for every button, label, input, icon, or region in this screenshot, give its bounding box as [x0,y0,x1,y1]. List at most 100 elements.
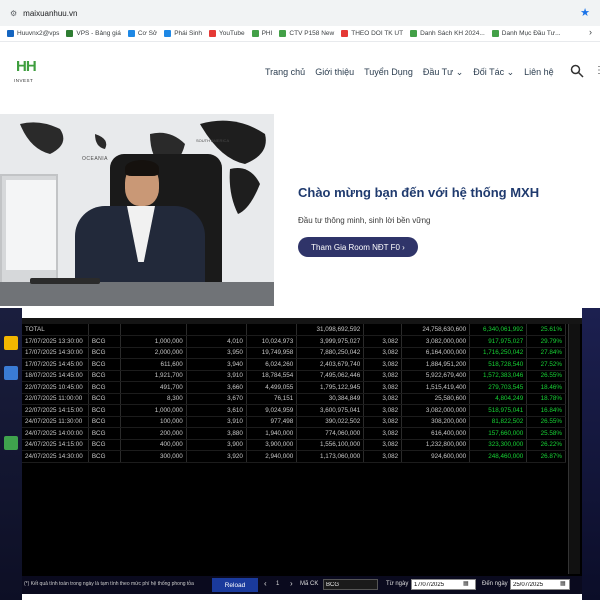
table-scrollbar[interactable] [568,324,580,574]
table-row[interactable]: 24/07/2025 11:30:00 BCG 100,000 3,910 977,49… [22,416,566,428]
table-cell: 25,580,600 [401,393,471,405]
desktop-app-icon[interactable] [4,436,18,450]
table-cell: 4,499,055 [246,381,298,394]
bookmark-item[interactable]: Danh Mục Đầu Tư... [491,30,561,37]
calendar-icon[interactable]: ▦ [560,580,566,587]
bookmark-favicon-icon [209,30,217,37]
table-cell: 27.84% [526,347,566,359]
bookmark-item[interactable]: THEO DOI TK UT [341,30,403,37]
table-cell: 977,498 [246,416,298,428]
table-row[interactable]: 18/07/2025 14:45:00 BCG 1,921,700 3,910 18,7… [22,370,566,382]
table-cell: 25.61% [526,324,566,336]
table-cell: 30,384,849 [296,393,365,405]
bookmark-label: Danh Sách KH 2024... [420,30,485,37]
bookmark-item[interactable]: Cơ Sở [127,30,158,37]
more-bookmarks-icon[interactable]: › [589,27,592,37]
table-row[interactable]: 24/07/2025 14:15:00 BCG 400,000 3,900 3,900,… [22,439,566,451]
table-cell: BCG [88,393,122,405]
menu-item-about[interactable]: Giới thiệu [315,67,354,78]
table-cell: 4,804,249 [469,393,528,405]
table-cell: 917,975,027 [469,335,528,348]
site-logo[interactable]: HH INVEST [14,58,42,86]
menu-item-recruit[interactable]: Tuyển Dụng [364,67,413,78]
table-row[interactable]: 17/07/2025 14:30:00 BCG 2,000,000 3,950 19,7… [22,347,566,359]
url-text[interactable]: maixuanhuu.vn [23,9,77,18]
table-cell: 491,700 [120,381,187,394]
table-cell: 17/07/2025 14:30:00 [22,347,89,359]
bookmark-item[interactable]: Huuvnx2@vps [7,30,59,37]
table-row[interactable]: 24/07/2025 14:00:00 BCG 200,000 3,880 1,940,… [22,427,566,440]
table-cell: 3,082 [363,393,403,405]
bookmark-item[interactable]: YouTube [209,30,245,37]
table-cell: 7,880,250,042 [296,347,365,359]
map-label-south-america: SOUTH AMERICA [196,138,230,143]
desktop-background-left [0,308,22,600]
bookmark-item[interactable]: Danh Sách KH 2024... [410,30,485,37]
bookmark-favicon-icon [491,30,499,37]
to-date-label: Đến ngày [482,581,508,587]
symbol-label: Mã CK [300,581,319,587]
table-cell: 31,098,692,592 [296,324,365,336]
menu-item-partners[interactable]: Đối Tác ⌄ [473,67,514,78]
table-row[interactable]: 24/07/2025 14:30:00 BCG 300,000 3,920 2,940,… [22,450,566,463]
table-cell: BCG [88,404,122,417]
site-info-icon[interactable]: ⚙ [10,9,17,18]
join-room-button[interactable]: Tham Gia Room NĐT F0 › [298,237,418,257]
table-cell: 3,082 [363,416,403,428]
search-icon[interactable] [570,64,584,78]
logo-subtext: INVEST [14,78,34,83]
table-cell: 390,022,502 [296,416,365,428]
table-row[interactable]: 22/07/2025 14:15:00 BCG 1,000,000 3,610 9,02… [22,404,566,417]
bookmark-item[interactable]: VPS - Bảng giá [66,30,121,37]
table-row[interactable]: 22/07/2025 11:00:00 BCG 8,300 3,670 76,151 30… [22,393,566,405]
table-cell: 3,900 [186,439,247,451]
bookmark-favicon-icon [341,30,349,37]
person-hair [125,160,159,176]
symbol-input[interactable] [323,579,378,590]
bookmark-favicon-icon [66,30,74,37]
bookmark-item[interactable]: Phái Sinh [164,30,202,37]
reload-button[interactable]: Reload [212,578,258,592]
bookmark-label: Danh Mục Đầu Tư... [501,30,561,37]
table-cell: 1,921,700 [120,370,187,382]
table-cell: 22/07/2025 14:15:00 [22,404,89,417]
total-row[interactable]: TOTAL 31,098,692,592 24,758,630,600 6,340,0… [22,324,566,336]
bookmark-item[interactable]: PHI [251,30,272,37]
table-row[interactable]: 22/07/2025 10:45:00 BCG 491,700 3,660 4,499,… [22,381,566,394]
desktop-folder-icon[interactable] [4,336,18,350]
address-bar[interactable]: ⚙ maixuanhuu.vn ★ [0,0,600,26]
table-cell: 26.22% [526,439,566,451]
table-cell: 616,400,000 [401,427,471,440]
next-page-icon[interactable]: › [290,579,293,588]
footnote: (*) Kết quả tính toán trong ngày là tạm … [24,581,194,587]
table-cell: 3,082,000,000 [401,404,471,417]
table-cell: 6,024,260 [246,358,298,371]
calendar-icon[interactable]: ▦ [463,580,469,587]
hero-title: Chào mừng bạn đến với hệ thống MXH [298,185,540,200]
table-cell: 24/07/2025 14:30:00 [22,450,89,463]
table-cell: 16.84% [526,404,566,417]
table-cell: 3,900,000 [246,439,298,451]
table-row[interactable]: 17/07/2025 13:30:00 BCG 1,000,000 4,010 10,0… [22,335,566,348]
table-cell: 3,940 [186,358,247,371]
menu-item-home[interactable]: Trang chủ [265,67,305,78]
bookmark-label: Cơ Sở [137,30,158,37]
more-menu-icon[interactable]: ⋮ [594,65,600,76]
table-cell: 1,795,122,945 [296,381,365,394]
menu-item-invest[interactable]: Đầu Tư ⌄ [423,67,463,78]
desktop-app-icon[interactable] [4,366,18,380]
bookmark-star-icon[interactable]: ★ [580,6,590,19]
prev-page-icon[interactable]: ‹ [264,579,267,588]
table-row[interactable]: 17/07/2025 14:45:00 BCG 611,600 3,940 6,024,… [22,358,566,371]
table-cell: 200,000 [120,427,187,440]
bookmark-label: VPS - Bảng giá [76,30,121,37]
bookmark-item[interactable]: CTV P158 New [279,30,334,37]
menu-item-contact[interactable]: Liên hệ [524,67,554,78]
page-number[interactable]: 1 [276,581,279,587]
table-cell: 3,670 [186,393,247,405]
table-cell [88,324,122,336]
hero-photo: OCEANIA SOUTH AMERICA [0,114,274,306]
table-cell: 1,000,000 [120,335,187,348]
table-cell: 611,600 [120,358,187,371]
table-cell: 26.55% [526,370,566,382]
